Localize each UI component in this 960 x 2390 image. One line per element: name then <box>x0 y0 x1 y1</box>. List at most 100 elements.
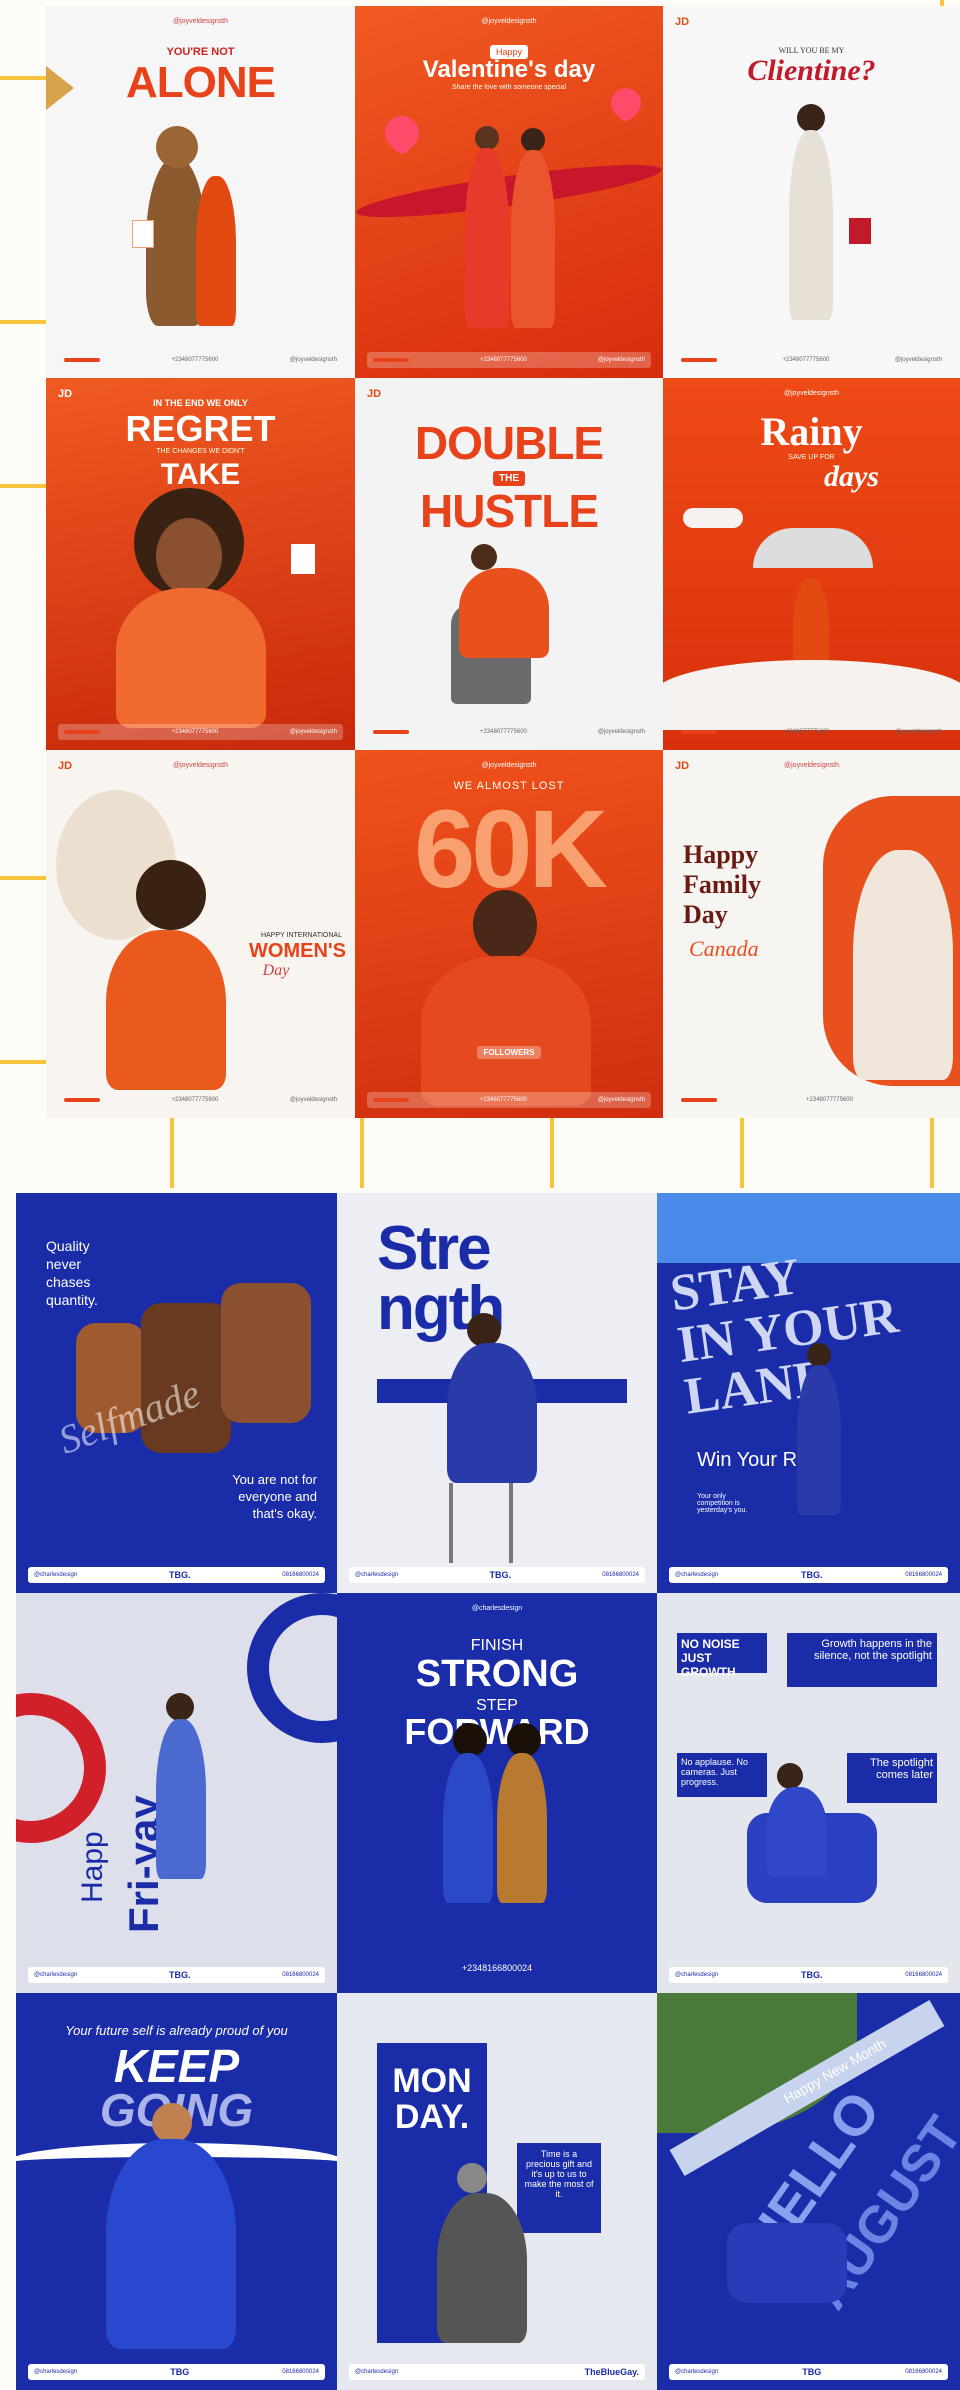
poster-quote: Quality never chases quantity. <box>46 1238 98 1308</box>
poster-social: @joyveldesignsth <box>597 729 645 735</box>
poster-handle: @joyveldesignsth <box>173 18 228 25</box>
poster-phone: 08166800024 <box>282 1972 319 1978</box>
man-head <box>797 104 825 132</box>
poster-title-2: TAKE <box>160 458 241 491</box>
poster-60k[interactable]: @joyveldesignsth WE ALMOST LOST 60K FOLL… <box>355 750 663 1118</box>
poster-handle: @joyveldesignsth <box>481 18 537 25</box>
book-now-pill[interactable] <box>64 1098 100 1102</box>
poster-title-2: HUSTLE <box>420 485 599 537</box>
family-figure <box>853 850 953 1080</box>
man-figure <box>421 956 591 1106</box>
book-now-pill[interactable] <box>373 730 409 734</box>
poster-phone: 08166800024 <box>282 2369 319 2375</box>
book-now-pill[interactable] <box>373 1098 409 1102</box>
poster-phone: 08166800024 <box>602 1572 639 1578</box>
poster-footer: @charlesdesign TBG. 08166800024 <box>28 1567 325 1583</box>
poster-title: NO NOISE <box>681 1637 740 1651</box>
poster-footer: +2348077775600 @joyveldesignsth <box>367 1092 651 1108</box>
poster-valentine[interactable]: @joyveldesignsth Happy Valentine's day S… <box>355 6 663 378</box>
poster-social: @joyveldesignsth <box>597 1097 645 1103</box>
orange-poster-grid: @joyveldesignsth YOU'RE NOT ALONE +23480… <box>46 6 960 1118</box>
poster-phone: 08166800024 <box>905 1572 942 1578</box>
poster-title: Happy <box>683 840 759 869</box>
poster-keep-going[interactable]: Your future self is already proud of you… <box>16 1993 337 2390</box>
decor-line <box>930 1118 934 1188</box>
poster-footer: +2348077775600 @joyveldesignsth <box>58 352 343 368</box>
poster-friyay[interactable]: Happ Fri-yay @charlesdesign TBG. 0816680… <box>16 1593 337 1993</box>
man-in-orange-suit <box>459 568 549 658</box>
poster-social: @joyveldesignsth <box>894 729 942 735</box>
poster-title: WOMEN'S <box>249 940 346 962</box>
man-head <box>807 1343 831 1367</box>
poster-footer: @charlesdesign TBG 08166800024 <box>28 2364 325 2380</box>
brand-mark: TBG. <box>800 1970 823 1980</box>
poster-footer: @charlesdesign TBG 08166800024 <box>669 2364 948 2380</box>
decor-line <box>0 484 46 488</box>
poster-monday[interactable]: MON DAY. Time is a precious gift and it'… <box>337 1993 657 2390</box>
woman-figure <box>437 2193 527 2343</box>
poster-handle: @charlesdesign <box>34 1972 78 1978</box>
poster-phone: 08166800024 <box>905 2369 942 2375</box>
poster-family-day[interactable]: JD @joyveldesignsth Happy Family Day Can… <box>663 750 960 1118</box>
poster-title: ALONE <box>126 58 276 107</box>
poster-handle: @charlesdesign <box>675 2369 719 2375</box>
decor-line <box>0 76 46 80</box>
poster-footer: +2348077775600 @joyveldesignsth <box>367 352 651 368</box>
poster-phone: +2348077775600 <box>479 357 527 363</box>
poster-no-noise[interactable]: NO NOISE JUST GROWTH Growth happens in t… <box>657 1593 960 1993</box>
poster-august[interactable]: Happy New Month HELLO AUGUST @charlesdes… <box>657 1993 960 2390</box>
poster-phone: 08166800024 <box>282 1572 319 1578</box>
poster-footer: @charlesdesign TheBlueGay. <box>349 2364 645 2380</box>
poster-quality[interactable]: Quality never chases quantity. Selfmade … <box>16 1193 337 1593</box>
book-now-pill[interactable] <box>681 1098 717 1102</box>
rating-badge <box>291 544 315 574</box>
poster-title-2: days <box>824 460 879 493</box>
ladder <box>449 1483 513 1563</box>
cloud-decoration <box>683 508 743 528</box>
book-now-pill[interactable] <box>681 730 717 734</box>
poster-rainy[interactable]: @joyveldesignsth Rainy SAVE UP FOR days … <box>663 378 960 750</box>
poster-handle: @charlesdesign <box>675 1572 719 1578</box>
brand-mark: TBG. <box>800 1570 823 1580</box>
runner-head <box>152 2103 192 2143</box>
poster-title-2: DAY. <box>394 2098 470 2136</box>
poster-phone: +2348077775600 <box>171 357 219 363</box>
rating-badge <box>849 218 871 244</box>
brand-mark: TBG. <box>168 1970 191 1980</box>
poster-hustle[interactable]: JD DOUBLE THE HUSTLE +2348077775600 @joy… <box>355 378 663 750</box>
followers-button[interactable]: FOLLOWERS <box>477 1046 541 1059</box>
book-now-pill[interactable] <box>373 358 409 362</box>
poster-alone[interactable]: @joyveldesignsth YOU'RE NOT ALONE +23480… <box>46 6 355 378</box>
poster-footer: +2348077775600 @joyveldesignsth <box>675 352 948 368</box>
poster-handle: @charlesdesign <box>355 1572 399 1578</box>
poster-womens-day[interactable]: JD @joyveldesignsth HAPPY INTERNATIONAL … <box>46 750 355 1118</box>
woman-head <box>457 2163 487 2193</box>
poster-phone: +2348166800024 <box>461 1963 533 1973</box>
poster-pretitle: YOU'RE NOT <box>166 46 235 58</box>
poster-clientine[interactable]: JD WILL YOU BE MY Clientine? +2348077775… <box>663 6 960 378</box>
decor-line <box>550 1118 554 1188</box>
poster-title-2: JUST GROWTH <box>681 1651 736 1679</box>
poster-social: @joyveldesignsth <box>597 357 645 363</box>
poster-title: Clientine? <box>747 54 876 87</box>
brand-mark: TBG. <box>489 1570 511 1580</box>
poster-regret[interactable]: JD IN THE END WE ONLY REGRET THE CHANGES… <box>46 378 355 750</box>
poster-handle: @joyveldesignsth <box>784 762 839 769</box>
poster-title: Stre <box>377 1214 492 1283</box>
book-now-pill[interactable] <box>64 358 100 362</box>
child-figure <box>443 1753 493 1903</box>
poster-finish-strong[interactable]: @charlesdesign FINISH STRONG STEP FORWAR… <box>337 1593 657 1993</box>
poster-pretitle: HAPPY INTERNATIONAL <box>260 932 342 939</box>
book-now-pill[interactable] <box>681 358 717 362</box>
poster-phone: +2348077775600 <box>479 729 527 735</box>
poster-stay-lane[interactable]: STAY IN YOUR LANE Win Your Race. Your on… <box>657 1193 960 1593</box>
poster-handle: @charlesdesign <box>355 2369 399 2375</box>
poster-phone: +2348077775600 <box>782 357 830 363</box>
poster-script: Canada <box>689 936 759 961</box>
poster-strength[interactable]: Stre ngth @charlesdesign TBG. 0816680002… <box>337 1193 657 1593</box>
book-now-pill[interactable] <box>64 730 100 734</box>
poster-title: REGRET <box>125 408 276 449</box>
man-in-suit-figure <box>789 130 833 320</box>
woman-figure <box>106 930 226 1090</box>
red-ring-decoration <box>16 1693 106 1843</box>
